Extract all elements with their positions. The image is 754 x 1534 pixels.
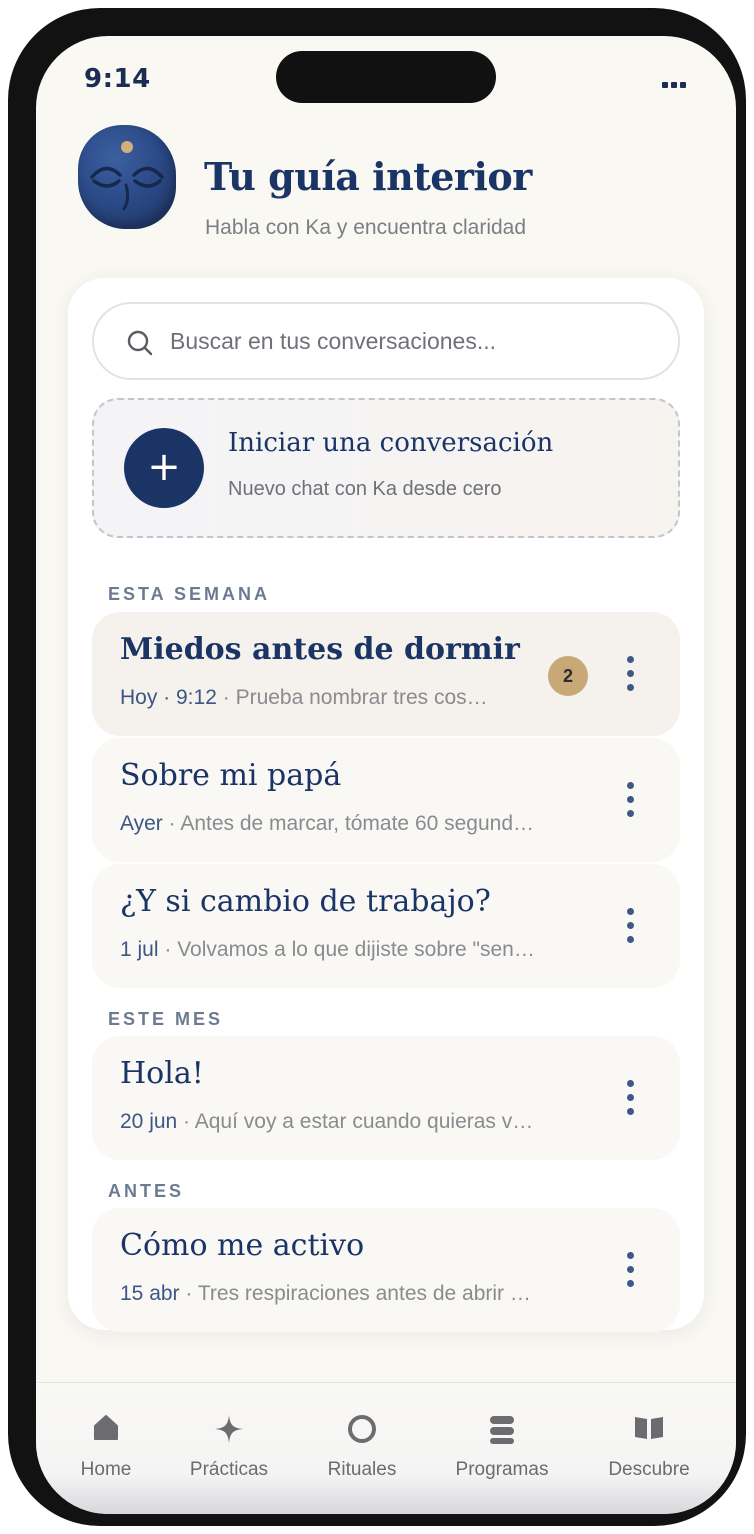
conversation-meta: Ayer · Antes de marcar, tómate 60 segund… [120,812,535,835]
unread-badge: 2 [548,656,588,696]
tab-label: Prácticas [189,1459,269,1480]
book-icon [635,1417,663,1439]
bottom-tab-bar: Home Prácticas Rituales Programas Descub… [36,1382,736,1514]
tab-label: Descubre [608,1459,690,1480]
more-options-icon[interactable] [612,1076,648,1120]
section-label-earlier: ANTES [108,1181,185,1201]
conversation-title: Miedos antes de dormir [120,632,520,667]
home-icon [94,1415,118,1440]
more-options-icon[interactable] [612,1248,648,1292]
conversation-item[interactable]: ¿Y si cambio de trabajo? 1 jul · Volvamo… [92,864,680,988]
conversation-meta: 20 jun · Aquí voy a estar cuando quieras… [120,1110,534,1133]
conversation-date: 15 abr [120,1282,180,1305]
conversation-title: ¿Y si cambio de trabajo? [120,884,491,919]
search-bar[interactable] [92,302,680,380]
conversation-meta: 1 jul · Volvamos a lo que dijiste sobre … [120,938,535,961]
tab-home[interactable]: Home [36,1383,176,1514]
conversation-title: Sobre mi papá [120,758,342,793]
conversation-item[interactable]: Cómo me activo 15 abr · Tres respiracion… [92,1208,680,1332]
stack-icon [490,1416,514,1444]
phone-frame: 9:14 Tu guía interior Habla con Ka y enc… [8,8,746,1526]
new-chat-button[interactable]: + Iniciar una conversación Nuevo chat co… [92,398,680,538]
search-icon [127,330,153,356]
section-label-this-month: ESTE MES [108,1009,224,1029]
conversation-date: Hoy · 9:12 [120,686,217,709]
conversation-date: 20 jun [120,1110,178,1133]
conversation-preview: Tres respiraciones antes de abrir … [197,1282,531,1305]
new-chat-subtitle: Nuevo chat con Ka desde cero [228,478,502,500]
conversation-preview: Antes de marcar, tómate 60 segund… [180,812,535,835]
conversation-preview: Volvamos a lo que dijiste sobre "sen… [177,938,535,961]
dynamic-island [276,51,496,103]
conversation-item[interactable]: Sobre mi papá Ayer · Antes de marcar, tó… [92,738,680,862]
conversation-preview: Prueba nombrar tres cos… [235,686,488,709]
page-title: Tu guía interior [204,154,532,199]
sparkle-icon [215,1415,243,1443]
tab-label: Rituales [327,1459,397,1480]
tab-practices[interactable]: Prácticas [159,1383,299,1514]
conversation-title: Cómo me activo [120,1228,365,1263]
tab-discover[interactable]: Descubre [579,1383,719,1514]
conversation-meta: Hoy · 9:12 · Prueba nombrar tres cos… [120,686,488,709]
conversation-date: 1 jul [120,938,159,961]
conversation-preview: Aquí voy a estar cuando quieras v… [194,1110,534,1133]
more-options-icon[interactable] [612,652,648,696]
new-chat-title: Iniciar una conversación [228,428,554,458]
ka-avatar [78,125,176,229]
ring-icon [348,1415,376,1443]
conversation-date: Ayer [120,812,163,835]
app-screen: 9:14 Tu guía interior Habla con Ka y enc… [36,36,736,1514]
conversation-item[interactable]: Hola! 20 jun · Aquí voy a estar cuando q… [92,1036,680,1160]
more-options-icon[interactable] [612,778,648,822]
tab-programs[interactable]: Programas [432,1383,572,1514]
conversation-item[interactable]: Miedos antes de dormir Hoy · 9:12 · Prue… [92,612,680,736]
conversation-title: Hola! [120,1056,204,1091]
tab-label: Home [80,1459,132,1480]
tab-rituals[interactable]: Rituales [292,1383,432,1514]
more-options-icon[interactable] [612,904,648,948]
page-subtitle: Habla con Ka y encuentra claridad [205,216,527,239]
tab-label: Programas [455,1459,549,1480]
plus-icon[interactable]: + [124,428,204,508]
section-label-this-week: ESTA SEMANA [108,584,271,604]
status-more-icon [662,82,686,88]
search-input[interactable] [170,304,660,378]
status-time: 9:14 [84,64,151,94]
conversation-meta: 15 abr · Tres respiraciones antes de abr… [120,1282,531,1305]
conversations-card: + Iniciar una conversación Nuevo chat co… [68,278,704,1332]
